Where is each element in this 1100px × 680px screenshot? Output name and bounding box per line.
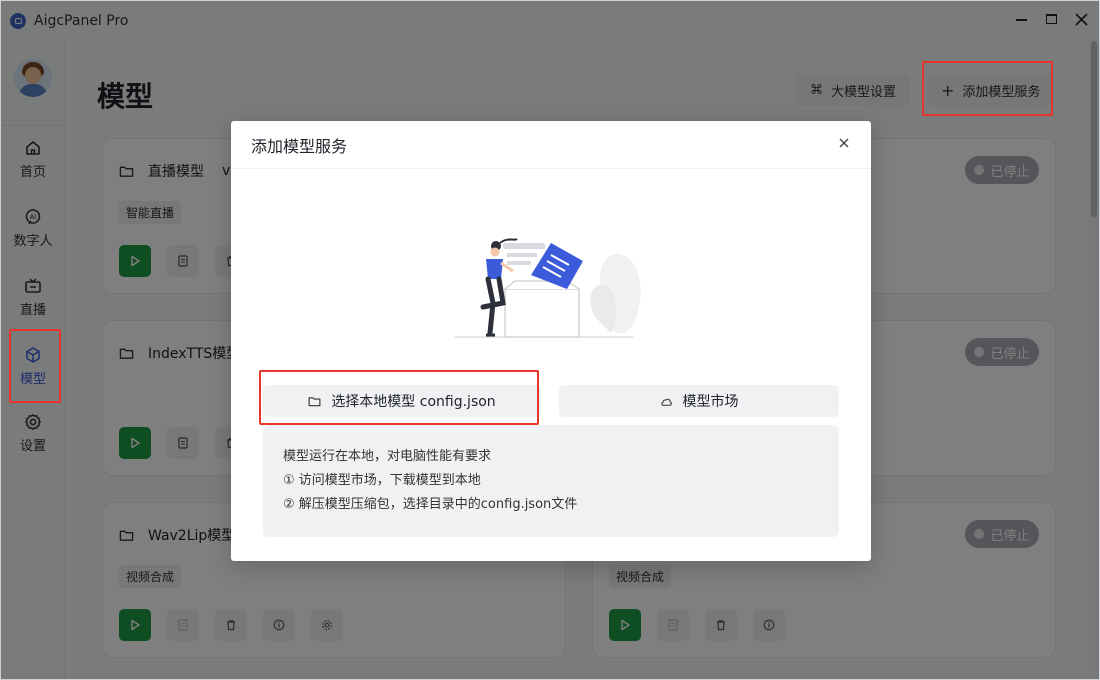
highlight-box (9, 329, 61, 403)
dialog-title: 添加模型服务 (231, 121, 871, 169)
highlight-box (922, 61, 1053, 116)
empty-state-illustration (455, 238, 641, 338)
app-window: AigcPanel Pro 首页 AI 数字人 直播 模型 (0, 0, 1100, 680)
close-icon[interactable] (837, 137, 851, 151)
dialog-info-box: 模型运行在本地，对电脑性能有要求 ① 访问模型市场，下载模型到本地 ② 解压模型… (263, 425, 839, 537)
highlight-box (259, 370, 539, 425)
add-model-dialog: 添加模型服务 选择本地模型 config.json 模型市场 模型运行在本地，对… (231, 121, 871, 561)
info-line: ② 解压模型压缩包，选择目录中的config.json文件 (283, 497, 578, 512)
info-line: 模型运行在本地，对电脑性能有要求 (283, 449, 492, 464)
cloud-icon (660, 398, 672, 406)
model-market-button[interactable]: 模型市场 (559, 385, 839, 417)
info-line: ① 访问模型市场，下载模型到本地 (283, 473, 481, 488)
